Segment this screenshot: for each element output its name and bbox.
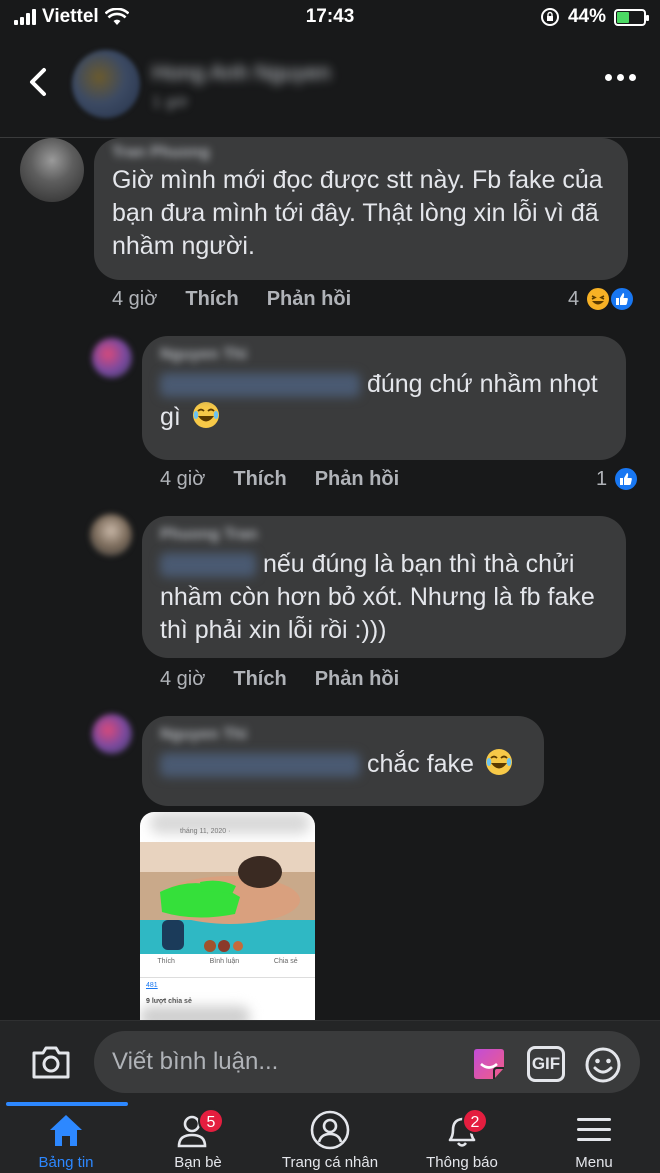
- tab-label: Trang cá nhân: [281, 1154, 379, 1171]
- commenter-avatar[interactable]: [20, 138, 84, 202]
- reaction-summary[interactable]: 4: [568, 286, 636, 312]
- status-right: 44%: [540, 6, 649, 28]
- comment-bubble[interactable]: Nguyen Thi chắc fake: [142, 716, 544, 806]
- battery-icon: [614, 8, 649, 26]
- beach-photo: [140, 842, 315, 954]
- bell-icon: 2: [440, 1108, 488, 1150]
- gif-label: GIF: [531, 1054, 561, 1073]
- post-time: 1 giờ: [152, 94, 189, 111]
- bottom-tab-bar: Bảng tin 5 Bạn bè Trang cá nhân 2 Thông …: [0, 1102, 660, 1173]
- comment-composer: GIF: [0, 1020, 660, 1102]
- comment-bubble[interactable]: Tran Phuong Giờ mình mới đọc được stt nà…: [94, 138, 628, 280]
- tab-label: Bảng tin: [38, 1154, 94, 1171]
- comment-text: Giờ mình mới đọc được stt này. Fb fake c…: [112, 166, 603, 260]
- commenter-name[interactable]: Tran Phuong: [112, 144, 608, 162]
- emoji-icon[interactable]: [584, 1046, 622, 1084]
- gif-button[interactable]: GIF: [527, 1046, 565, 1082]
- tab-profile[interactable]: Trang cá nhân: [264, 1110, 396, 1171]
- attachment-share-label: Chia sẻ: [273, 958, 298, 965]
- commenter-avatar[interactable]: [92, 714, 132, 754]
- tab-notifications[interactable]: 2 Thông báo: [396, 1108, 528, 1171]
- notifications-badge: 2: [462, 1108, 488, 1134]
- reaction-summary[interactable]: 1: [596, 466, 640, 492]
- profile-icon: [309, 1110, 351, 1150]
- menu-icon: [574, 1110, 614, 1150]
- status-bar: Viettel 17:43 44%: [0, 0, 660, 36]
- tab-label: Bạn bè: [174, 1154, 222, 1171]
- commenter-name[interactable]: Nguyen Thi: [160, 726, 526, 744]
- mention-tag[interactable]: [160, 753, 360, 778]
- comment-bubble[interactable]: Phuong Tran nếu đúng là bạn thì thà chửi…: [142, 516, 626, 658]
- haha-reaction-icon: [585, 286, 612, 312]
- friends-icon: 5: [174, 1108, 224, 1150]
- attachment-comment-label: Bình luận: [209, 958, 240, 965]
- comment-time: 4 giờ: [160, 668, 206, 690]
- camera-icon[interactable]: [30, 1043, 72, 1081]
- reply-link[interactable]: Phản hồi: [315, 468, 399, 491]
- like-reaction-icon: [613, 466, 640, 492]
- more-options-button[interactable]: [605, 74, 636, 81]
- reaction-count: 4: [568, 287, 580, 310]
- like-link[interactable]: Thích: [185, 288, 238, 311]
- attachment-share-count: 9 lượt chia sẻ: [146, 998, 192, 1005]
- commenter-avatar[interactable]: [90, 514, 132, 556]
- home-icon: [46, 1110, 86, 1150]
- author-name[interactable]: Hong Anh Nguyen: [152, 60, 331, 86]
- attachment-date: tháng 11, 2020 ·: [180, 828, 231, 835]
- reply-link[interactable]: Phản hồi: [267, 288, 351, 311]
- mention-tag[interactable]: [160, 373, 360, 398]
- tab-label: Menu: [575, 1154, 613, 1171]
- commenter-name[interactable]: Nguyen Thi: [160, 346, 608, 364]
- comment-time: 4 giờ: [160, 468, 206, 490]
- tab-friends[interactable]: 5 Bạn bè: [132, 1108, 264, 1171]
- attachment-actions: Thích Bình luận Chia sẻ: [140, 958, 315, 978]
- like-reaction-icon: [609, 286, 636, 312]
- back-button[interactable]: [22, 62, 58, 102]
- tab-menu[interactable]: Menu: [528, 1110, 660, 1171]
- like-link[interactable]: Thích: [233, 668, 286, 691]
- comment-actions: 4 giờ Thích Phản hồi: [160, 668, 399, 691]
- attachment-like-label: Thích: [157, 958, 175, 965]
- attachment-reaction-count: 481: [146, 982, 158, 989]
- comment-actions: 4 giờ Thích Phản hồi: [112, 288, 351, 311]
- active-tab-indicator: [6, 1102, 128, 1106]
- laughing-emoji-icon: [485, 749, 512, 775]
- reply-link[interactable]: Phản hồi: [315, 668, 399, 691]
- commenter-name[interactable]: Phuong Tran: [160, 526, 608, 544]
- author-avatar[interactable]: [72, 50, 140, 118]
- laughing-emoji-icon: [192, 402, 219, 428]
- friends-badge: 5: [198, 1108, 224, 1134]
- like-link[interactable]: Thích: [233, 468, 286, 491]
- comment-text: chắc fake: [366, 750, 474, 778]
- tab-news-feed[interactable]: Bảng tin: [0, 1110, 132, 1171]
- post-header: Hong Anh Nguyen 1 giờ: [0, 40, 660, 138]
- comment-actions: 4 giờ Thích Phản hồi: [160, 468, 399, 491]
- sticker-icon[interactable]: [470, 1046, 508, 1082]
- comment-time: 4 giờ: [112, 288, 158, 310]
- rotation-lock-icon: [540, 8, 559, 26]
- battery-percent: 44%: [567, 6, 606, 27]
- comment-bubble[interactable]: Nguyen Thi đúng chứ nhầm nhọt gì: [142, 336, 626, 460]
- commenter-avatar[interactable]: [92, 338, 132, 378]
- comment-image-attachment[interactable]: tháng 11, 2020 · Thích Bình luận Chia sẻ…: [140, 812, 315, 1022]
- mention-tag[interactable]: [160, 553, 256, 578]
- tab-label: Thông báo: [426, 1154, 498, 1171]
- reaction-count: 1: [596, 467, 608, 490]
